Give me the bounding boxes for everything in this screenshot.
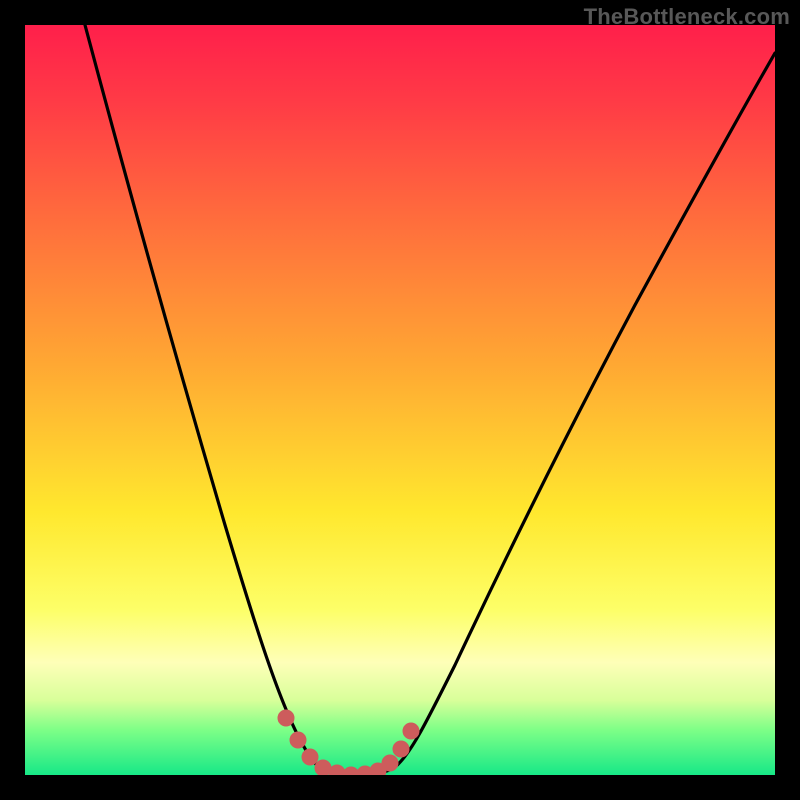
optimal-range-markers	[278, 710, 419, 775]
marker-dot	[393, 741, 409, 757]
marker-dot	[403, 723, 419, 739]
curve-path	[85, 25, 775, 775]
marker-dot	[329, 765, 345, 775]
chart-frame: TheBottleneck.com	[0, 0, 800, 800]
watermark-text: TheBottleneck.com	[584, 4, 790, 30]
marker-dot	[290, 732, 306, 748]
bottleneck-curve	[25, 25, 775, 775]
marker-dot	[382, 755, 398, 771]
marker-dot	[302, 749, 318, 765]
marker-dot	[278, 710, 294, 726]
plot-area	[25, 25, 775, 775]
